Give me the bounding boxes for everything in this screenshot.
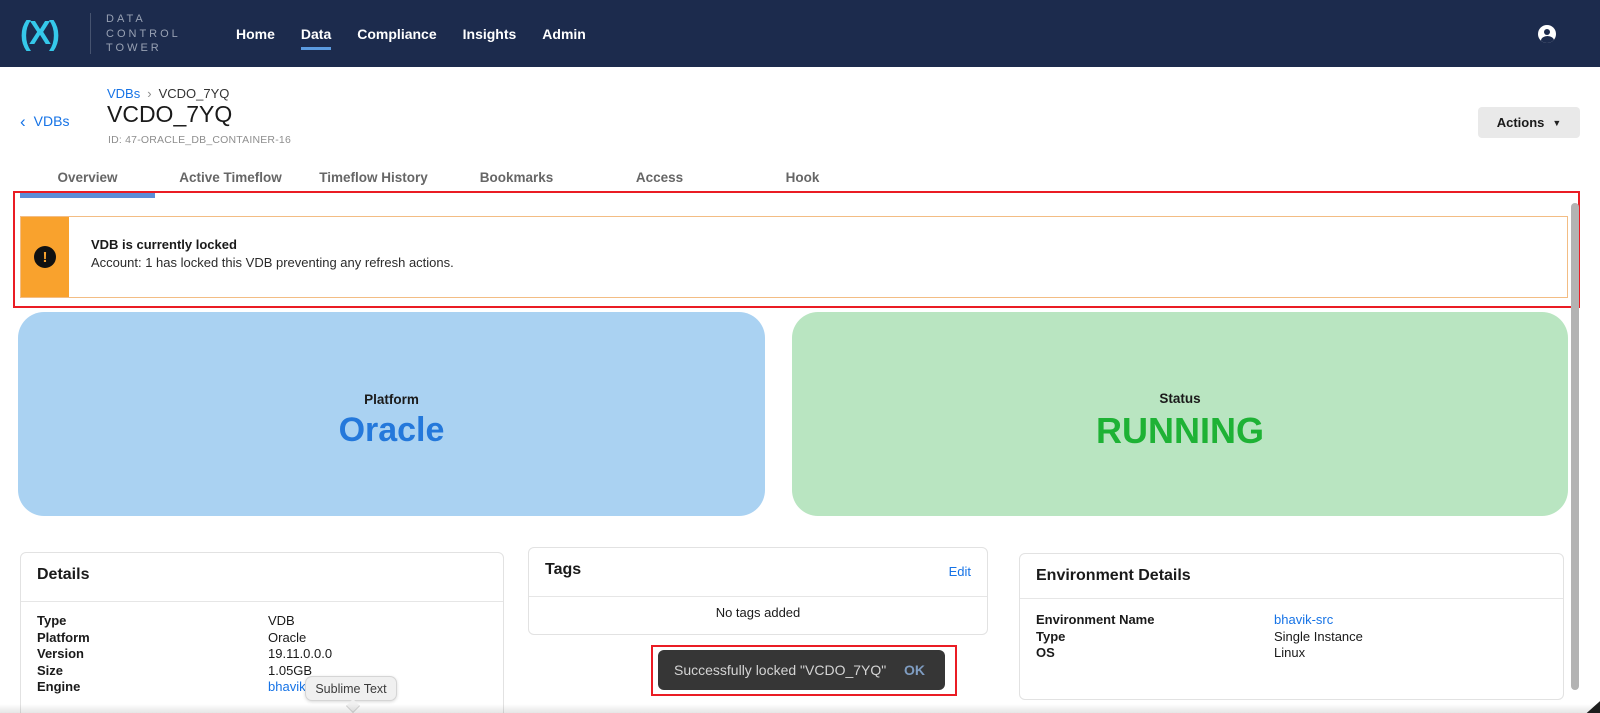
row-value: Single Instance [1274,629,1363,646]
tab-active-timeflow[interactable]: Active Timeflow [159,167,302,198]
status-label: Status [1159,391,1200,406]
table-row: OSLinux [1036,645,1551,662]
warning-strip: ! [21,217,69,297]
nav-item-home[interactable]: Home [236,0,275,67]
divider [21,601,503,602]
platform-summary-card: Platform Oracle [18,312,765,516]
vdb-id-label: ID: 47-ORACLE_DB_CONTAINER-16 [108,134,291,146]
status-badge: RUNNING [1096,410,1264,452]
nav-item-data[interactable]: Data [301,0,331,67]
chevron-left-icon: ‹ [20,112,26,131]
row-value: Linux [1274,645,1305,662]
row-value: VDB [268,613,295,630]
row-label: Size [37,663,268,680]
table-row: TypeSingle Instance [1036,629,1551,646]
tab-bar: OverviewActive TimeflowTimeflow HistoryB… [16,167,874,198]
brand-divider [90,13,91,54]
locked-warning-banner: ! VDB is currently locked Account: 1 has… [20,216,1568,298]
table-row: Version19.11.0.0.0 [37,646,491,663]
nav-item-admin[interactable]: Admin [542,0,586,67]
row-label: OS [1036,645,1274,662]
brand-line: CONTROL [106,27,181,42]
row-value: 19.11.0.0.0 [268,646,332,663]
toast-ok-button[interactable]: OK [904,662,925,678]
tags-card: Tags Edit No tags added [528,547,988,635]
exclamation-icon: ! [34,246,56,268]
main-nav: Home Data Compliance Insights Admin [236,0,586,67]
breadcrumb-separator: › [147,86,151,101]
user-account-icon[interactable] [1538,25,1556,43]
row-value: 1.05GB [268,663,312,680]
top-navbar: (X) DATACONTROLTOWER Home Data Compliance I… [0,0,1600,67]
warning-message: Account: 1 has locked this VDB preventin… [91,255,454,270]
divider [529,596,987,597]
breadcrumb: VDBs › VCDO_7YQ [107,86,229,101]
status-summary-card: Status RUNNING [792,312,1568,516]
caret-down-icon: ▼ [1552,118,1561,128]
no-tags-message: No tags added [529,605,987,620]
table-row: Enginebhavik- [37,679,491,696]
row-label: Platform [37,630,268,647]
details-card: Details TypeVDBPlatformOracleVersion19.1… [20,552,504,713]
app-page: (X) DATACONTROLTOWER Home Data Compliance I… [0,0,1600,713]
row-value: Oracle [268,630,306,647]
brand-logo-icon[interactable]: (X) [20,14,58,52]
row-label: Environment Name [1036,612,1274,629]
success-toast: Successfully locked "VCDO_7YQ" OK [658,650,945,690]
environment-details-card: Environment Details Environment Namebhav… [1019,553,1564,700]
details-rows: TypeVDBPlatformOracleVersion19.11.0.0.0S… [37,613,491,696]
tab-overview[interactable]: Overview [16,167,159,198]
brand-wordmark: DATACONTROLTOWER [106,12,181,56]
details-card-title: Details [37,566,89,584]
tab-timeflow-history[interactable]: Timeflow History [302,167,445,198]
brand-line: TOWER [106,41,181,56]
tags-card-title: Tags [545,561,581,579]
toast-message: Successfully locked "VCDO_7YQ" [674,662,904,678]
platform-label: Platform [364,392,419,407]
table-row: PlatformOracle [37,630,491,647]
row-label: Type [37,613,268,630]
table-row: Environment Namebhavik-src [1036,612,1551,629]
tab-hook[interactable]: Hook [731,167,874,198]
actions-button[interactable]: Actions ▼ [1478,107,1580,138]
nav-item-compliance[interactable]: Compliance [357,0,436,67]
row-label: Engine [37,679,268,696]
tab-access[interactable]: Access [588,167,731,198]
page-title: VCDO_7YQ [107,101,232,128]
tab-bookmarks[interactable]: Bookmarks [445,167,588,198]
mouse-cursor [1586,699,1600,713]
table-row: TypeVDB [37,613,491,630]
scrollbar-thumb[interactable] [1571,203,1579,690]
row-label: Version [37,646,268,663]
brand-line: DATA [106,12,181,27]
os-dock-tooltip: Sublime Text [305,676,397,701]
row-value-link[interactable]: bhavik- [268,679,310,696]
table-row: Size1.05GB [37,663,491,680]
platform-value: Oracle [339,411,445,450]
back-link-label: VDBs [34,113,70,129]
breadcrumb-current: VCDO_7YQ [159,86,230,101]
environment-card-title: Environment Details [1036,567,1191,585]
divider [1020,598,1563,599]
actions-button-label: Actions [1497,115,1545,130]
warning-title: VDB is currently locked [91,237,237,252]
nav-item-insights[interactable]: Insights [463,0,517,67]
back-to-vdbs-link[interactable]: ‹ VDBs [20,112,69,132]
breadcrumb-parent-link[interactable]: VDBs [107,86,140,101]
row-value-link[interactable]: bhavik-src [1274,612,1333,629]
row-label: Type [1036,629,1274,646]
environment-rows: Environment Namebhavik-srcTypeSingle Ins… [1036,612,1551,662]
edit-tags-link[interactable]: Edit [949,564,971,579]
